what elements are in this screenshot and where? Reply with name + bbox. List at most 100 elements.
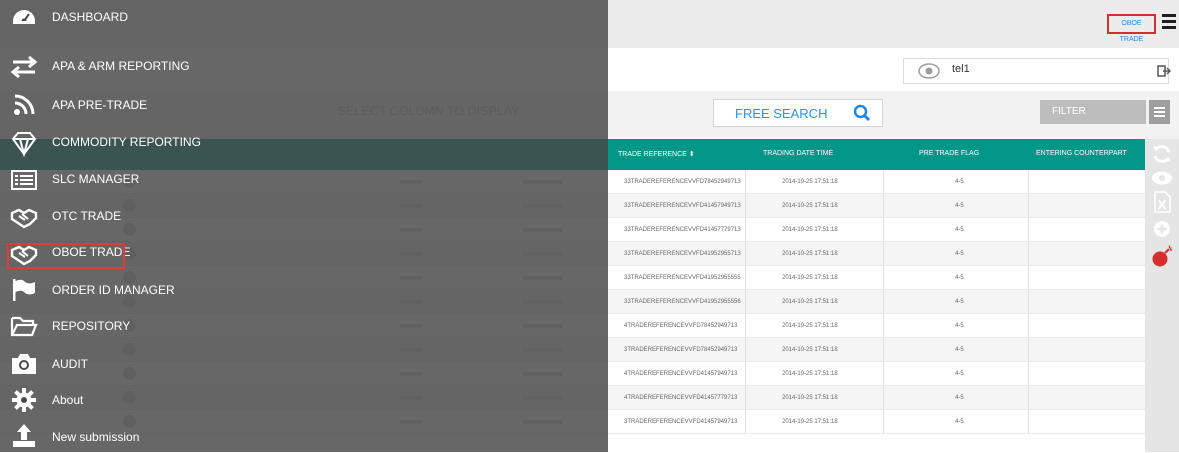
column-divider (1028, 338, 1029, 362)
menu-item-label: APA PRE-TRADE (52, 98, 148, 112)
column-divider (1028, 410, 1029, 434)
column-header-entering-counterpart[interactable]: ENTERING COUNTERPART (1036, 150, 1127, 157)
cell-trading-date-time: 2014-10-25 17:51:18 (782, 419, 838, 425)
view-icon[interactable] (1150, 166, 1174, 190)
menu-item-dashboard[interactable]: DASHBOARD (0, 0, 608, 33)
list-icon (11, 170, 37, 190)
bomb-icon[interactable] (1150, 244, 1174, 268)
cell-trade-reference: 33TRADEREFERENCEVVFD78452949713 (624, 179, 741, 185)
column-divider (745, 218, 746, 242)
filter-list-icon[interactable] (1149, 100, 1170, 124)
menu-item-apa-pre-trade[interactable]: APA PRE-TRADE (0, 87, 608, 124)
column-divider (745, 242, 746, 266)
column-divider (1028, 386, 1029, 410)
cell-trading-date-time: 2014-10-25 17:51:18 (782, 299, 838, 305)
folder-icon (10, 316, 38, 337)
column-divider (745, 266, 746, 290)
cell-pre-trade-flag: 4-5 (955, 227, 964, 233)
cell-pre-trade-flag: 4-5 (955, 179, 964, 185)
column-divider (745, 386, 746, 410)
cell-pre-trade-flag: 4-5 (955, 203, 964, 209)
add-icon[interactable] (1150, 217, 1174, 241)
menu-item-otc-trade[interactable]: OTC TRADE (0, 198, 608, 235)
column-header-pre-trade-flag[interactable]: PRE TRADE FLAG (919, 150, 979, 157)
diamond-icon (11, 132, 37, 157)
column-divider (745, 410, 746, 434)
hamburger-menu-icon[interactable] (1162, 14, 1176, 32)
camera-icon (12, 354, 36, 374)
row-cells: 33TRADEREFERENCEVVFD41952955713 2014-10-2… (608, 242, 1145, 266)
cell-trading-date-time: 2014-10-25 17:51:18 (782, 371, 838, 377)
search-icon[interactable] (853, 104, 871, 122)
column-divider (1028, 362, 1029, 386)
column-divider (1028, 242, 1029, 266)
column-divider (883, 194, 884, 218)
menu-item-label: ORDER ID MANAGER (52, 283, 175, 297)
cell-pre-trade-flag: 4-5 (955, 299, 964, 305)
menu-item-label: COMMODITY REPORTING (52, 135, 201, 149)
refresh-icon[interactable] (1150, 142, 1174, 166)
user-name: tel1 (952, 63, 970, 75)
cell-trade-reference: 3TRADEREFERENCEVVFD41457949713 (624, 419, 738, 425)
column-divider (745, 362, 746, 386)
menu-item-label: OTC TRADE (52, 209, 122, 223)
column-divider (1028, 218, 1029, 242)
column-header-trading-date-time[interactable]: TRADING DATE TIME (763, 150, 833, 157)
row-cells: 33TRADEREFERENCEVVFD41952955556 2014-10-2… (608, 290, 1145, 314)
upload-icon (13, 424, 35, 447)
row-cells: 33TRADEREFERENCEVVFD41457779713 2014-10-2… (608, 218, 1145, 242)
column-divider (1028, 266, 1029, 290)
column-divider (883, 338, 884, 362)
menu-item-label: DASHBOARD (52, 10, 129, 24)
row-cells: 33TRADEREFERENCEVVFD41952955555 2014-10-2… (608, 266, 1145, 290)
row-cells: 33TRADEREFERENCEVVFD41457949713 2014-10-2… (608, 194, 1145, 218)
column-divider (1028, 314, 1029, 338)
flag-icon (13, 279, 35, 301)
user-box[interactable] (903, 58, 1169, 84)
cell-pre-trade-flag: 4-5 (955, 395, 964, 401)
column-header-trade-reference[interactable]: TRADE REFERENCE ⬍ (618, 150, 695, 158)
column-divider (745, 314, 746, 338)
menu-item-label: AUDIT (52, 357, 88, 371)
cell-trade-reference: 4TRADEREFERENCEVVFD41457779713 (624, 395, 738, 401)
menu-item-apa-arm-reporting[interactable]: APA & ARM REPORTING (0, 48, 608, 85)
app-brand-label[interactable]: OBOE TRADE (1107, 14, 1156, 43)
cell-trade-reference: 3TRADEREFERENCEVVFD78452949713 (624, 347, 738, 353)
menu-item-audit[interactable]: AUDIT (0, 344, 608, 381)
menu-item-label: REPOSITORY (52, 319, 131, 333)
column-divider (883, 170, 884, 194)
excel-export-icon[interactable] (1150, 190, 1174, 214)
cell-trade-reference: 4TRADEREFERENCEVVFD78452949713 (624, 323, 738, 329)
menu-item-repository[interactable]: REPOSITORY (0, 308, 608, 345)
cell-trading-date-time: 2014-10-25 17:51:18 (782, 323, 838, 329)
menu-item-commodity-reporting[interactable]: COMMODITY REPORTING (0, 125, 608, 162)
column-divider (883, 266, 884, 290)
row-cells: 3TRADEREFERENCEVVFD41457949713 2014-10-25… (608, 410, 1145, 434)
cell-pre-trade-flag: 4-5 (955, 323, 964, 329)
filter-placeholder: FILTER (1052, 106, 1086, 117)
cell-trading-date-time: 2014-10-25 17:51:18 (782, 275, 838, 281)
menu-item-about[interactable]: About (0, 380, 608, 417)
menu-item-label: APA & ARM REPORTING (52, 59, 190, 73)
menu-item-new-submission[interactable]: New submission (0, 416, 608, 453)
cell-trade-reference: 33TRADEREFERENCEVVFD41457779713 (624, 227, 741, 233)
cell-trading-date-time: 2014-10-25 17:51:18 (782, 347, 838, 353)
gear-icon (12, 388, 36, 412)
rss-icon (14, 94, 35, 115)
cell-pre-trade-flag: 4-5 (955, 347, 964, 353)
handshake-icon (10, 208, 38, 229)
menu-item-slc-manager[interactable]: SLC MANAGER (0, 162, 608, 199)
column-divider (883, 410, 884, 434)
logout-icon[interactable] (1157, 64, 1171, 78)
cell-pre-trade-flag: 4-5 (955, 251, 964, 257)
column-divider (883, 290, 884, 314)
menu-item-label: New submission (52, 430, 140, 444)
column-divider (745, 338, 746, 362)
menu-item-label: SLC MANAGER (52, 172, 140, 186)
column-divider (1028, 170, 1029, 194)
cell-trade-reference: 33TRADEREFERENCEVVFD41952955555 (624, 275, 741, 281)
selected-menu-highlight (7, 243, 125, 269)
column-divider (745, 170, 746, 194)
row-cells: 4TRADEREFERENCEVVFD41457779713 2014-10-25… (608, 386, 1145, 410)
menu-item-order-id-manager[interactable]: ORDER ID MANAGER (0, 271, 608, 308)
